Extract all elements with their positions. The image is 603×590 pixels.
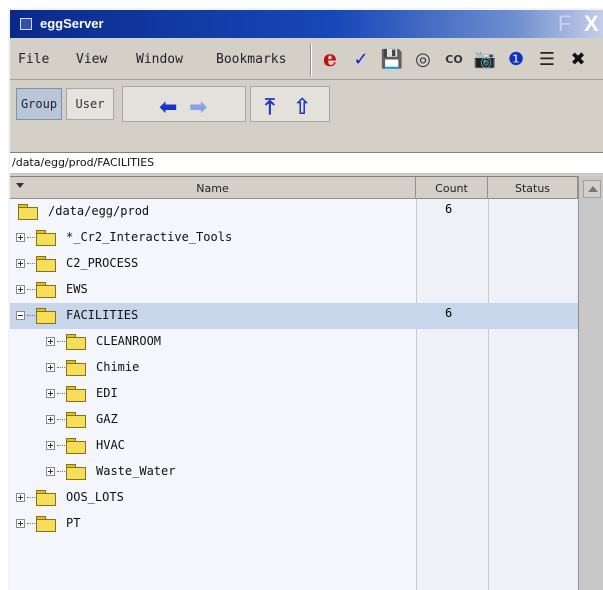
co-icon[interactable]: CO	[442, 46, 466, 72]
tree-row-label: GAZ	[96, 412, 118, 426]
tree-row-label: EWS	[66, 282, 88, 296]
tree-row-count: 6	[445, 306, 453, 320]
tree-row-label: Waste_Water	[96, 464, 176, 478]
checkmark-icon[interactable]: ✓	[349, 46, 373, 72]
expand-icon[interactable]	[46, 363, 55, 372]
tree-row[interactable]: CLEANROOM	[10, 329, 578, 355]
group-button[interactable]: Group	[16, 88, 62, 120]
title-bar[interactable]: eggServer F X	[10, 10, 603, 38]
app-window: eggServer F X File View Window Bookmarks…	[8, 8, 603, 590]
tree-row-label: HVAC	[96, 438, 125, 452]
user-button[interactable]: User	[66, 88, 114, 120]
list-icon[interactable]: ☰	[535, 46, 559, 72]
tree-row-label: *_Cr2_Interactive_Tools	[66, 230, 233, 244]
sort-indicator-icon	[16, 183, 24, 188]
vertical-scrollbar[interactable]	[578, 176, 603, 590]
expand-icon[interactable]	[46, 337, 55, 346]
menu-bookmarks[interactable]: Bookmarks	[216, 52, 286, 67]
path-value: /data/egg/prod/FACILITIES	[12, 156, 155, 169]
history-nav: ⬅ ➡	[122, 86, 246, 122]
tree-row[interactable]: GAZ	[10, 407, 578, 433]
folder-icon	[36, 516, 56, 532]
path-field[interactable]: /data/egg/prod/FACILITIES	[10, 152, 603, 174]
tree-row-label: Chimie	[96, 360, 140, 374]
folder-icon	[36, 490, 56, 506]
info-icon[interactable]: ❶	[504, 46, 528, 72]
camera-icon[interactable]: 📷	[473, 46, 497, 72]
folder-icon	[66, 438, 86, 454]
menu-view[interactable]: View	[76, 52, 107, 67]
tree-row[interactable]: FACILITIES 6	[10, 303, 578, 329]
close-window-button[interactable]: X	[584, 11, 599, 37]
menu-window[interactable]: Window	[136, 52, 183, 67]
tree-row-label: C2_PROCESS	[66, 256, 139, 270]
folder-icon	[36, 230, 56, 246]
tree-row[interactable]: /data/egg/prod 6	[10, 199, 578, 225]
go-top-icon[interactable]: ⤒	[265, 97, 275, 119]
tree-row[interactable]: EWS	[10, 277, 578, 303]
e-icon[interactable]: e	[318, 46, 342, 72]
status-header-label: Status	[514, 181, 551, 195]
expand-icon[interactable]	[16, 493, 25, 502]
menu-bar: File View Window Bookmarks e ✓ 💾 ◎ CO 📷 ❶ ☰ ✖	[10, 40, 603, 80]
expand-icon[interactable]	[16, 233, 25, 242]
cd-icon[interactable]: ◎	[411, 46, 435, 72]
navigation-toolbar: Group User ⬅ ➡ ⤒ ⇧	[10, 82, 603, 152]
scroll-up-icon[interactable]	[583, 180, 601, 198]
forward-arrow-icon[interactable]: ➡	[189, 97, 207, 119]
folder-icon	[36, 308, 56, 324]
tree-row[interactable]: OOS_LOTS	[10, 485, 578, 511]
expand-icon[interactable]	[46, 441, 55, 450]
status-column-header[interactable]: Status	[488, 177, 578, 199]
folder-icon	[18, 204, 38, 220]
close-icon[interactable]: ✖	[566, 46, 590, 72]
tree-row-label: PT	[66, 516, 81, 530]
expand-icon[interactable]	[16, 285, 25, 294]
back-arrow-icon[interactable]: ⬅	[159, 97, 177, 119]
window-menu-icon[interactable]	[20, 18, 32, 30]
tree-nav: ⤒ ⇧	[250, 86, 330, 122]
tree-row[interactable]: C2_PROCESS	[10, 251, 578, 277]
tree-row-label: OOS_LOTS	[66, 490, 124, 504]
expand-icon[interactable]	[46, 415, 55, 424]
folder-icon	[66, 386, 86, 402]
expand-icon[interactable]	[16, 519, 25, 528]
expand-icon[interactable]	[46, 389, 55, 398]
name-column-header[interactable]: Name	[10, 177, 416, 199]
menu-file[interactable]: File	[18, 52, 49, 67]
folder-icon	[66, 334, 86, 350]
tree-row-label: FACILITIES	[66, 308, 139, 322]
folder-icon	[36, 282, 56, 298]
tree-row-count: 6	[445, 202, 453, 216]
folder-tree: Name Count Status /data/egg/prod 6 *_Cr2_I…	[10, 176, 578, 590]
expand-icon[interactable]	[46, 467, 55, 476]
save-icon[interactable]: 💾	[380, 46, 404, 72]
tree-row[interactable]: Chimie	[10, 355, 578, 381]
column-headers: Name Count Status	[10, 177, 578, 199]
count-column-header[interactable]: Count	[416, 177, 488, 199]
minimize-button[interactable]: F	[558, 11, 571, 37]
tree-row[interactable]: *_Cr2_Interactive_Tools	[10, 225, 578, 251]
tree-row[interactable]: HVAC	[10, 433, 578, 459]
window-title: eggServer	[40, 16, 104, 31]
tree-row-label: CLEANROOM	[96, 334, 162, 348]
tree-row-label: /data/egg/prod	[48, 204, 150, 218]
count-header-label: Count	[435, 181, 468, 195]
tree-row[interactable]: PT	[10, 511, 578, 537]
folder-icon	[66, 464, 86, 480]
expand-icon[interactable]	[16, 259, 25, 268]
tree-row[interactable]: Waste_Water	[10, 459, 578, 485]
tree-row[interactable]: EDI	[10, 381, 578, 407]
name-header-label: Name	[196, 181, 229, 195]
folder-icon	[36, 256, 56, 272]
go-up-icon[interactable]: ⇧	[293, 97, 311, 119]
collapse-icon[interactable]	[16, 311, 25, 320]
folder-icon	[66, 360, 86, 376]
folder-icon	[66, 412, 86, 428]
tree-row-label: EDI	[96, 386, 118, 400]
menu-separator	[310, 44, 312, 76]
